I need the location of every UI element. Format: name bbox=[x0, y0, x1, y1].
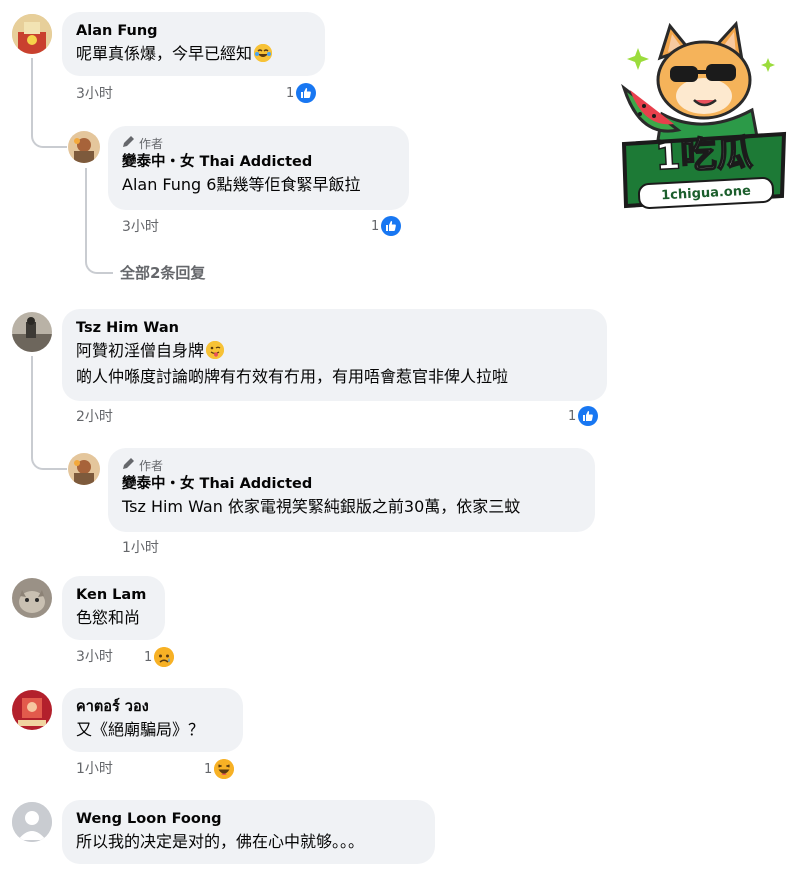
thread-connector bbox=[31, 356, 33, 442]
avatar-alan-fung[interactable] bbox=[12, 14, 52, 54]
comment-time[interactable]: 3小时 bbox=[76, 646, 113, 666]
reaction-count: 1 bbox=[568, 408, 577, 424]
reply-bubble-author: 作者 變泰中・女 Thai Addicted Alan Fung 6點幾等佢食緊… bbox=[108, 126, 409, 210]
thread-connector bbox=[31, 118, 67, 148]
comment-text-line-2: 啲人仲喺度討論啲牌有冇效有冇用，有用唔會惹官非俾人拉啦 bbox=[76, 367, 509, 386]
thread-connector bbox=[85, 168, 87, 250]
author-badge: 作者 bbox=[122, 135, 395, 152]
avatar-tsz-him-wan[interactable] bbox=[12, 312, 52, 352]
reaction-count: 1 bbox=[144, 649, 153, 665]
comment-time[interactable]: 3小时 bbox=[122, 216, 159, 236]
avatar-weng-loon-foong[interactable] bbox=[12, 802, 52, 842]
comment-bubble-tsz-him-wan: Tsz Him Wan 阿贊初淫僧自身牌 啲人仲喺度討論啲牌有冇效有冇用，有用唔… bbox=[62, 309, 607, 401]
commenter-name[interactable]: 變泰中・女 Thai Addicted bbox=[122, 474, 581, 494]
thread-connector bbox=[85, 248, 113, 274]
reply-bubble-author: 作者 變泰中・女 Thai Addicted Tsz Him Wan 依家電視笑… bbox=[108, 448, 595, 532]
avatar-thai-user[interactable] bbox=[12, 690, 52, 730]
like-icon bbox=[381, 216, 402, 236]
like-icon bbox=[578, 406, 599, 426]
laughing-tears-emoji-icon bbox=[254, 44, 273, 62]
reaction-summary[interactable]: 1 bbox=[144, 647, 175, 667]
winking-tongue-emoji-icon bbox=[206, 341, 225, 359]
watermark-brand-text: 1吃瓜 bbox=[654, 132, 755, 180]
comment-text: 色慾和尚 bbox=[76, 608, 141, 627]
reaction-summary[interactable]: 1 bbox=[568, 406, 599, 426]
avatar-thai-addicted[interactable] bbox=[68, 131, 100, 163]
comment-text: Alan Fung 6點幾等佢食緊早飯拉 bbox=[122, 175, 361, 194]
commenter-name[interactable]: 變泰中・女 Thai Addicted bbox=[122, 152, 395, 172]
thread-connector bbox=[31, 440, 67, 470]
like-icon bbox=[296, 83, 317, 103]
reaction-summary[interactable]: 1 bbox=[204, 759, 235, 779]
default-profile-icon bbox=[12, 802, 52, 842]
pen-icon bbox=[122, 457, 135, 474]
commenter-name[interactable]: Alan Fung bbox=[76, 21, 311, 41]
comment-time[interactable]: 1小时 bbox=[122, 537, 159, 557]
comment-text: Tsz Him Wan 依家電視笑緊純銀版之前30萬，依家三蚊 bbox=[122, 497, 521, 516]
comment-bubble-weng-loon-foong: Weng Loon Foong 所以我的决定是对的，佛在心中就够。。。 bbox=[62, 800, 435, 864]
reaction-summary[interactable]: 1 bbox=[371, 216, 402, 236]
commenter-name[interactable]: Tsz Him Wan bbox=[76, 318, 593, 338]
commenter-name[interactable]: Weng Loon Foong bbox=[76, 809, 421, 829]
view-all-replies-link[interactable]: 全部2条回复 bbox=[120, 262, 205, 283]
comment-text: 又《絕廟騙局》？ bbox=[76, 720, 205, 739]
sad-reaction-icon bbox=[154, 647, 175, 667]
comment-bubble-alan-fung: Alan Fung 呢單真係爆，今早已經知 bbox=[62, 12, 325, 76]
comment-bubble-ken-lam: Ken Lam 色慾和尚 bbox=[62, 576, 165, 640]
commenter-name[interactable]: คาตอร์ วอง bbox=[76, 697, 229, 717]
pen-icon bbox=[122, 135, 135, 152]
reaction-count: 1 bbox=[371, 218, 380, 234]
watermark-logo: 1吃瓜 1chigua.one bbox=[618, 18, 790, 218]
comment-text: 阿贊初淫僧自身牌 bbox=[76, 338, 593, 364]
haha-reaction-icon bbox=[214, 759, 235, 779]
comment-bubble-thai-user: คาตอร์ วอง 又《絕廟騙局》？ bbox=[62, 688, 243, 752]
author-badge: 作者 bbox=[122, 457, 581, 474]
reaction-count: 1 bbox=[286, 85, 295, 101]
commenter-name[interactable]: Ken Lam bbox=[76, 585, 151, 605]
comment-time[interactable]: 2小时 bbox=[76, 406, 113, 426]
avatar-ken-lam[interactable] bbox=[12, 578, 52, 618]
reaction-summary[interactable]: 1 bbox=[286, 83, 317, 103]
comment-text: 所以我的决定是对的，佛在心中就够。。。 bbox=[76, 832, 365, 851]
comment-time[interactable]: 3小时 bbox=[76, 83, 113, 103]
comment-time[interactable]: 1小时 bbox=[76, 758, 113, 778]
comment-text: 呢單真係爆，今早已經知 bbox=[76, 41, 311, 67]
reaction-count: 1 bbox=[204, 761, 213, 777]
thread-connector bbox=[31, 58, 33, 120]
avatar-thai-addicted[interactable] bbox=[68, 453, 100, 485]
